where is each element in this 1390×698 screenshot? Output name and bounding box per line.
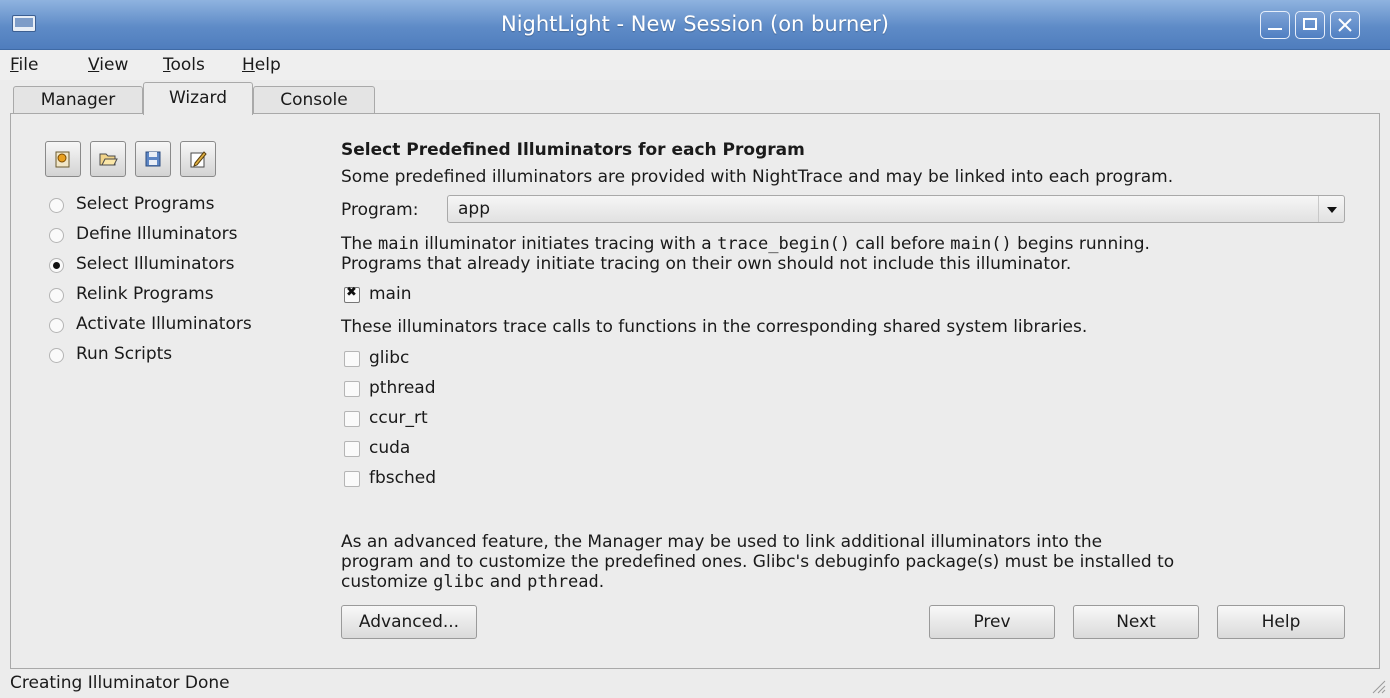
ccur-rt-checkbox[interactable] (344, 411, 360, 427)
menu-help-mnemonic: H (242, 55, 255, 75)
edit-icon (190, 151, 207, 168)
menu-tools[interactable]: Tools (163, 55, 205, 75)
desc-code: glibc (433, 572, 485, 592)
checkbox-label: pthread (369, 378, 436, 398)
status-text: Creating Illuminator Done (10, 673, 230, 693)
desc-text: and (484, 572, 528, 592)
advanced-description-line2: program and to customize the predefined … (341, 552, 1175, 572)
minimize-button[interactable] (1260, 11, 1290, 39)
menu-tools-label: ools (170, 55, 205, 75)
prev-button[interactable]: Prev (929, 605, 1055, 639)
tab-manager[interactable]: Manager (13, 86, 143, 114)
intro-text: Some predefined illuminators are provide… (341, 167, 1174, 187)
main-illuminator-description: The main illuminator initiates tracing w… (341, 234, 1150, 254)
tab-console[interactable]: Console (253, 86, 375, 114)
step-radio[interactable] (49, 318, 64, 333)
new-session-button[interactable] (45, 141, 81, 177)
desc-code: pthread (527, 572, 599, 592)
step-label: Relink Programs (76, 284, 214, 304)
close-button[interactable] (1330, 11, 1360, 39)
step-label: Activate Illuminators (76, 314, 252, 334)
menu-help[interactable]: Help (242, 55, 281, 75)
desc-text: . (598, 572, 605, 592)
program-select-value: app (458, 199, 490, 219)
maximize-icon (1303, 18, 1317, 30)
menu-tools-mnemonic: T (163, 55, 171, 75)
main-checkbox[interactable] (344, 285, 360, 303)
desc-text: call before (850, 234, 951, 254)
step-radio-selected[interactable] (49, 258, 64, 273)
libraries-description: These illuminators trace calls to functi… (341, 317, 1088, 337)
advanced-description-line3: customize glibc and pthread. (341, 572, 604, 592)
desc-code: main (378, 234, 419, 254)
advanced-description-line1: As an advanced feature, the Manager may … (341, 532, 1103, 552)
cuda-checkbox[interactable] (344, 441, 360, 457)
close-icon (1338, 18, 1352, 32)
wizard-pane: Select Programs Define Illuminators Sele… (10, 113, 1380, 669)
maximize-button[interactable] (1295, 11, 1325, 39)
menu-view[interactable]: View (88, 55, 128, 75)
menu-view-label: iew (99, 55, 129, 75)
step-label: Run Scripts (76, 344, 173, 364)
title-bar[interactable]: NightLight - New Session (on burner) (0, 0, 1390, 50)
minimize-icon (1268, 28, 1282, 30)
tab-wizard[interactable]: Wizard (143, 82, 253, 115)
pthread-checkbox[interactable] (344, 381, 360, 397)
open-button[interactable] (90, 141, 126, 177)
new-session-icon (55, 151, 70, 168)
window-title: NightLight - New Session (on burner) (500, 12, 890, 36)
desc-text: illuminator initiates tracing with a (418, 234, 718, 254)
desc-text: The (341, 234, 379, 254)
next-button[interactable]: Next (1073, 605, 1199, 639)
step-radio[interactable] (49, 198, 64, 213)
checkbox-label: ccur_rt (369, 408, 428, 428)
page-heading: Select Predefined Illuminators for each … (341, 140, 805, 160)
checkbox-label: glibc (369, 348, 410, 368)
menu-file-label: ile (18, 55, 39, 75)
menu-help-label: elp (254, 55, 281, 75)
menu-file-mnemonic: F (10, 55, 19, 75)
step-label: Select Illuminators (76, 254, 235, 274)
menu-file[interactable]: File (10, 55, 38, 75)
checkbox-label: fbsched (369, 468, 437, 488)
desc-code: main() (950, 234, 1012, 254)
chevron-down-icon[interactable] (1318, 196, 1344, 222)
program-label: Program: (341, 200, 419, 220)
step-radio[interactable] (49, 228, 64, 243)
main-illuminator-note: Programs that already initiate tracing o… (341, 254, 1072, 274)
save-button[interactable] (135, 141, 171, 177)
open-folder-icon (99, 153, 118, 166)
fbsched-checkbox[interactable] (344, 471, 360, 487)
glibc-checkbox[interactable] (344, 351, 360, 367)
step-radio[interactable] (49, 288, 64, 303)
edit-button[interactable] (180, 141, 216, 177)
step-radio[interactable] (49, 348, 64, 363)
step-label: Define Illuminators (76, 224, 238, 244)
advanced-button[interactable]: Advanced... (341, 605, 477, 639)
desc-code: trace_begin() (717, 234, 851, 254)
status-bar: Creating Illuminator Done (0, 670, 1390, 698)
help-button[interactable]: Help (1217, 605, 1345, 639)
save-icon (145, 151, 161, 167)
checkbox-label: main (369, 284, 412, 304)
checkbox-label: cuda (369, 438, 411, 458)
desc-text: begins running. (1011, 234, 1150, 254)
step-label: Select Programs (76, 194, 215, 214)
menu-bar: File View Tools Help (0, 50, 1390, 80)
resize-grip-icon[interactable] (1370, 678, 1386, 694)
desc-text: customize (341, 572, 434, 592)
tab-bar: Manager Wizard Console (0, 82, 1390, 115)
menu-view-mnemonic: V (88, 55, 100, 75)
program-select[interactable]: app (447, 195, 1345, 223)
